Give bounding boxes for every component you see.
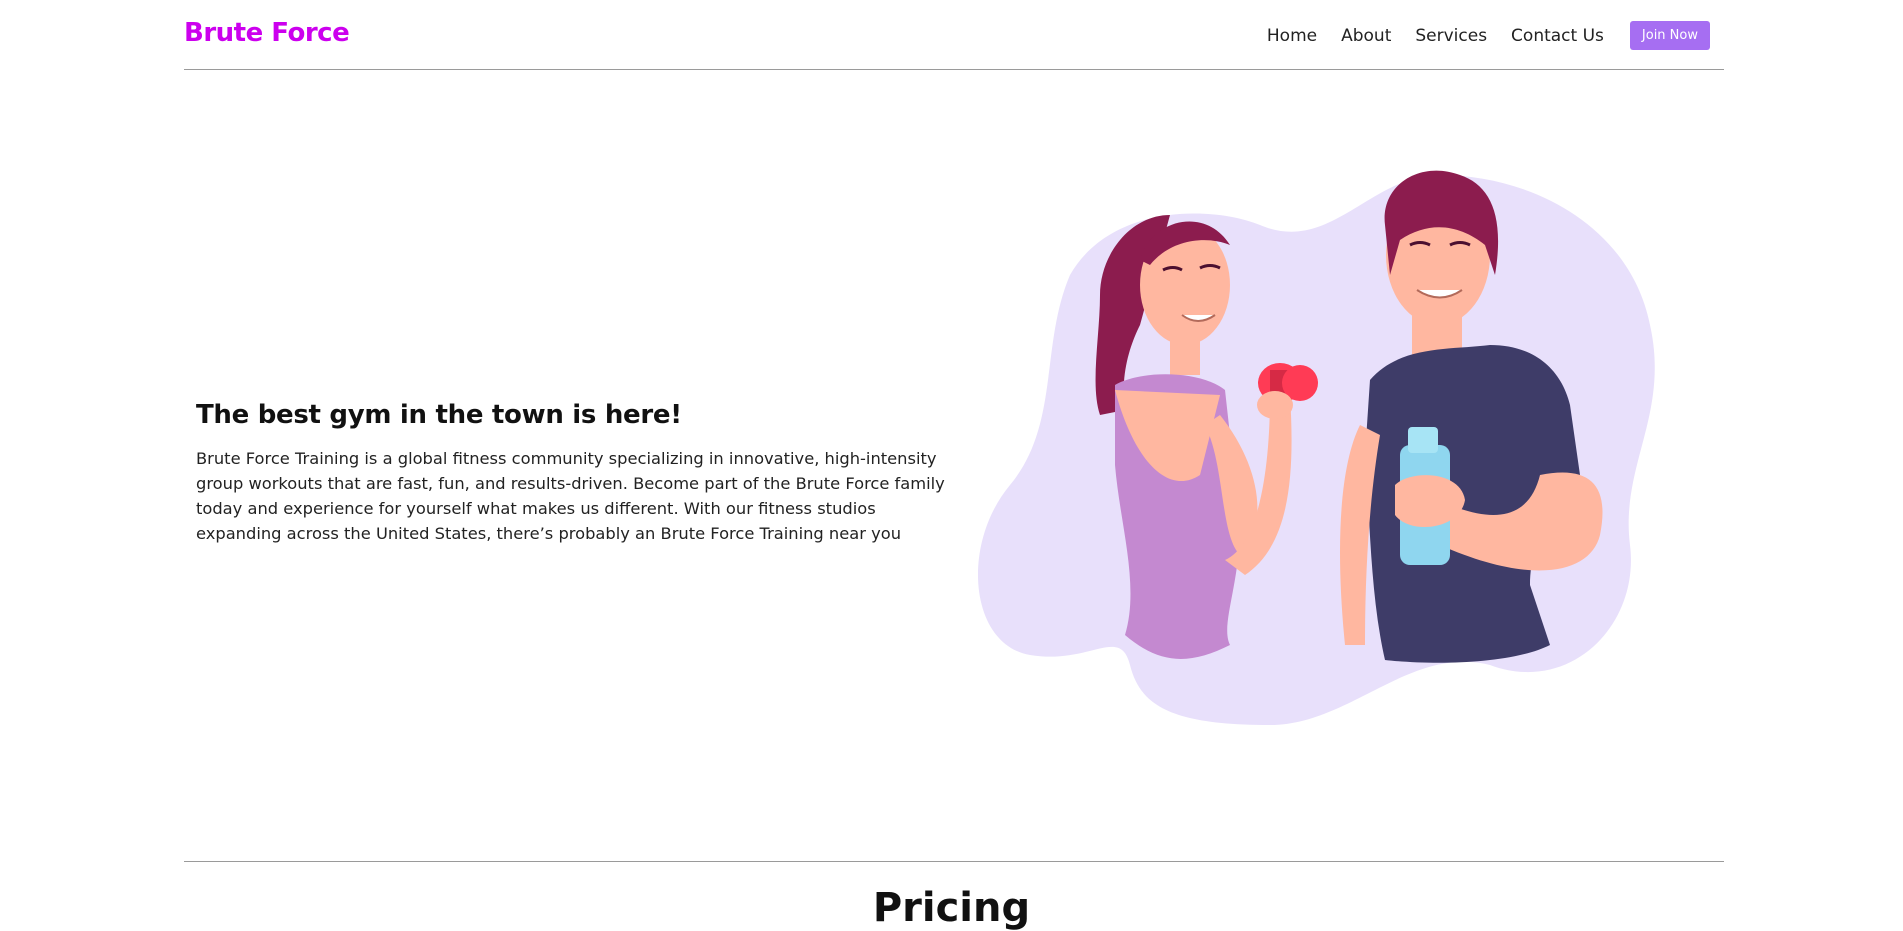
nav-link-home[interactable]: Home <box>1267 26 1317 46</box>
nav-link-services[interactable]: Services <box>1415 26 1487 46</box>
pricing-title: Pricing <box>872 885 1031 931</box>
navbar: Brute Force Home About Services Contact … <box>184 0 1724 70</box>
hero-text: The best gym in the town is here! Brute … <box>196 400 956 546</box>
brand-logo[interactable]: Brute Force <box>184 18 350 48</box>
hero-title: The best gym in the town is here! <box>196 400 682 430</box>
join-now-button[interactable]: Join Now <box>1629 21 1710 50</box>
hero-illustration <box>977 170 1655 725</box>
nav-link-about[interactable]: About <box>1341 26 1391 46</box>
nav-links: Home About Services Contact Us Join Now <box>1243 21 1710 50</box>
nav-link-contact[interactable]: Contact Us <box>1511 26 1604 46</box>
hero-description: Brute Force Training is a global fitness… <box>196 449 945 543</box>
section-divider <box>184 861 1724 862</box>
